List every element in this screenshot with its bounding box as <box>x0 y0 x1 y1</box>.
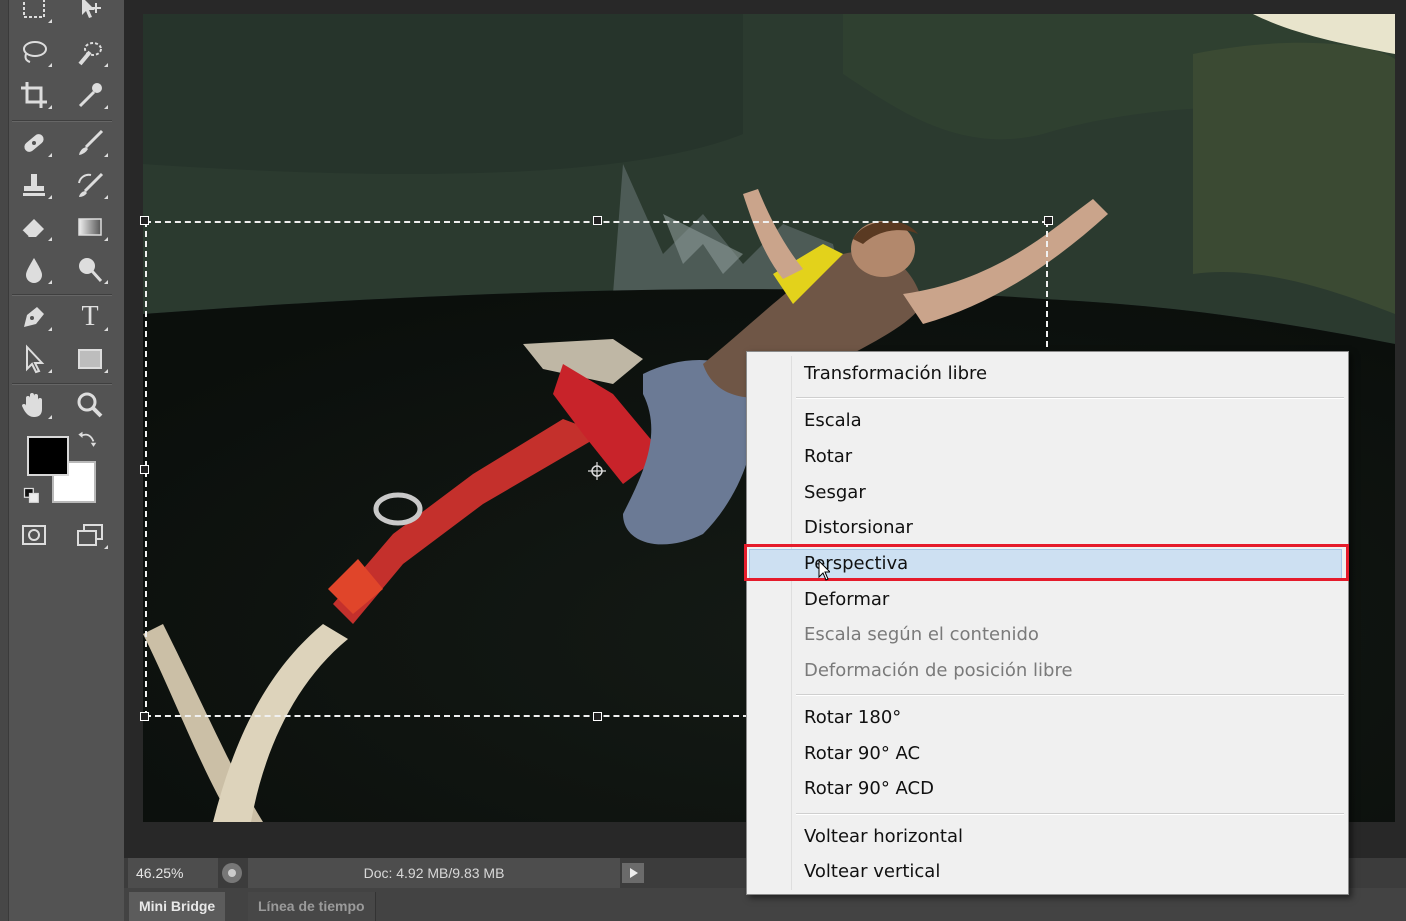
menu-item-distort[interactable]: Distorsionar <box>804 517 913 539</box>
screen-mode-icon[interactable] <box>70 518 110 552</box>
tab-mini-bridge[interactable]: Mini Bridge <box>129 892 226 921</box>
menu-item-rotate[interactable]: Rotar <box>804 446 852 468</box>
toolbar-separator <box>12 120 112 122</box>
menu-item-rotate-90-cw[interactable]: Rotar 90° AC <box>804 743 920 765</box>
menu-separator <box>796 694 1344 696</box>
foreground-color-swatch[interactable] <box>27 436 69 476</box>
transform-handle[interactable] <box>593 712 602 721</box>
rectangle-tool-icon[interactable] <box>70 342 110 376</box>
status-menu-arrow-icon[interactable] <box>622 863 644 883</box>
menu-separator <box>796 813 1344 815</box>
quick-mask-icon[interactable] <box>14 518 54 552</box>
zoom-level[interactable]: 46.25% <box>128 858 218 888</box>
transform-handle[interactable] <box>140 712 149 721</box>
menu-item-content-aware-scale: Escala según el contenido <box>804 624 1039 645</box>
crop-tool-icon[interactable] <box>14 78 54 112</box>
tools-panel-edge <box>0 0 9 921</box>
menu-item-flip-vertical[interactable]: Voltear vertical <box>804 861 940 883</box>
hand-tool-icon[interactable] <box>14 388 54 422</box>
menu-item-skew[interactable]: Sesgar <box>804 482 866 504</box>
menu-item-scale[interactable]: Escala <box>804 410 862 432</box>
marquee-tool-icon[interactable] <box>14 0 54 26</box>
blur-tool-icon[interactable] <box>14 253 54 287</box>
default-colors-icon[interactable] <box>18 482 46 510</box>
menu-item-rotate-90-ccw[interactable]: Rotar 90° ACD <box>804 778 934 800</box>
annotation-highlight-box <box>744 544 1349 581</box>
menu-item-flip-horizontal[interactable]: Voltear horizontal <box>804 826 963 848</box>
status-info-icon[interactable] <box>222 863 242 883</box>
zoom-tool-icon[interactable] <box>70 388 110 422</box>
pen-tool-icon[interactable] <box>14 300 54 334</box>
transform-handle[interactable] <box>593 216 602 225</box>
history-brush-tool-icon[interactable] <box>70 168 110 202</box>
menu-item-warp[interactable]: Deformar <box>804 589 889 611</box>
transform-context-menu: Transformación libre Escala Rotar Sesgar… <box>746 351 1349 895</box>
menu-item-free-transform[interactable]: Transformación libre <box>804 363 987 385</box>
brush-tool-icon[interactable] <box>70 126 110 160</box>
document-size-info: Doc: 4.92 MB/9.83 MB <box>248 858 620 888</box>
quick-selection-tool-icon[interactable] <box>70 36 110 70</box>
swap-colors-icon[interactable] <box>74 426 102 454</box>
menu-item-puppet-warp: Deformación de posición libre <box>804 660 1073 681</box>
transform-handle[interactable] <box>140 465 149 474</box>
menu-separator <box>796 397 1344 399</box>
lasso-tool-icon[interactable] <box>14 36 54 70</box>
gradient-tool-icon[interactable] <box>70 210 110 244</box>
menu-item-rotate-180[interactable]: Rotar 180° <box>804 707 901 729</box>
toolbar-separator <box>12 294 112 296</box>
move-tool-icon[interactable] <box>70 0 110 26</box>
dodge-tool-icon[interactable] <box>70 253 110 287</box>
type-tool-icon[interactable]: T <box>70 300 110 334</box>
tab-timeline[interactable]: Línea de tiempo <box>248 892 376 921</box>
spot-healing-tool-icon[interactable] <box>14 126 54 160</box>
eyedropper-tool-icon[interactable] <box>70 78 110 112</box>
reference-point-icon[interactable] <box>588 462 606 480</box>
eraser-tool-icon[interactable] <box>14 210 54 244</box>
transform-handle[interactable] <box>140 216 149 225</box>
menu-gutter <box>791 356 792 890</box>
clone-stamp-tool-icon[interactable] <box>14 168 54 202</box>
mouse-cursor-icon <box>818 559 832 582</box>
tools-panel: T <box>0 0 124 921</box>
path-selection-tool-icon[interactable] <box>14 342 54 376</box>
toolbar-separator <box>12 383 112 385</box>
transform-handle[interactable] <box>1044 216 1053 225</box>
